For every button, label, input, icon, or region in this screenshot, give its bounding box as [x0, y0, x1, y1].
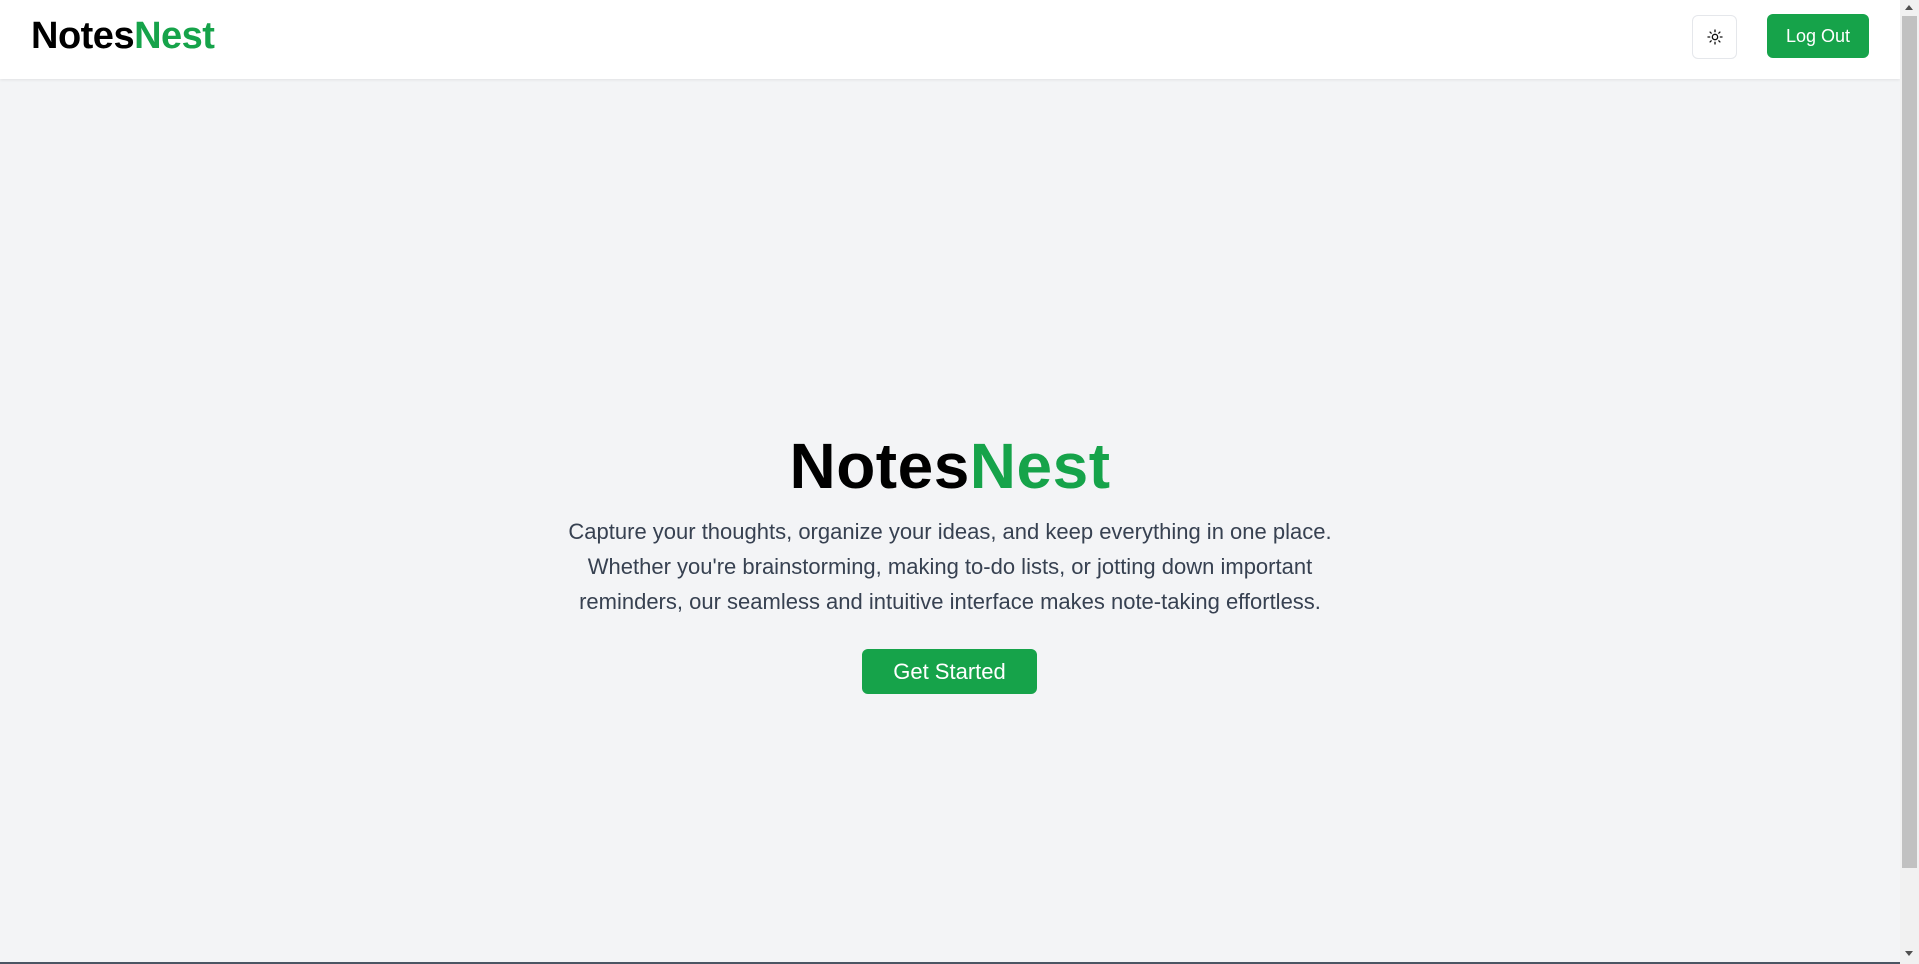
- get-started-button[interactable]: Get Started: [862, 649, 1037, 694]
- hero-title: NotesNest: [0, 428, 1900, 504]
- hero-title-nest: Nest: [969, 430, 1111, 502]
- navbar: NotesNest Log Out: [0, 0, 1900, 79]
- scroll-up-arrow-icon[interactable]: [1905, 5, 1913, 10]
- logo-text-notes: Notes: [31, 15, 135, 57]
- logout-button[interactable]: Log Out: [1767, 14, 1869, 58]
- scroll-down-arrow-icon[interactable]: [1905, 951, 1913, 956]
- hero-title-notes: Notes: [789, 430, 970, 502]
- hero-description: Capture your thoughts, organize your ide…: [568, 519, 1332, 614]
- page-viewport: NotesNest Log Out NotesNest Capture your…: [0, 0, 1900, 964]
- vertical-scrollbar[interactable]: [1900, 0, 1919, 964]
- scrollbar-thumb[interactable]: [1902, 16, 1917, 868]
- sun-icon: [1706, 29, 1723, 45]
- navbar-logo[interactable]: NotesNest: [31, 15, 215, 57]
- logo-text-nest: Nest: [134, 15, 215, 57]
- theme-toggle-button[interactable]: [1692, 15, 1737, 59]
